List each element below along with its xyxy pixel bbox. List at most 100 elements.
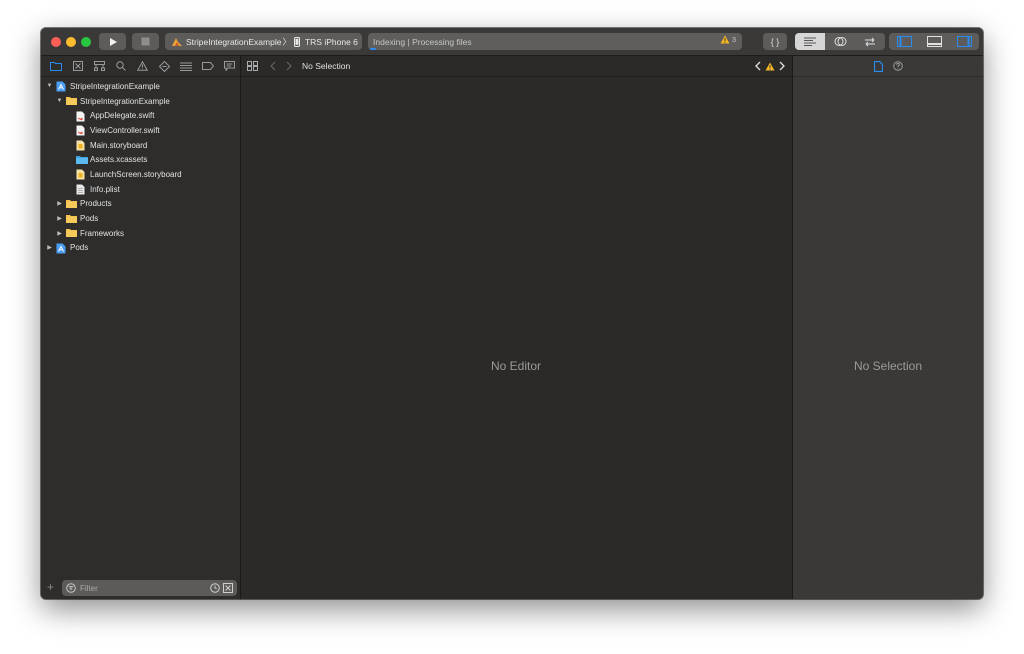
tree-item-label: Assets.xcassets — [90, 155, 148, 165]
folder-icon — [66, 214, 77, 224]
tree-item[interactable]: ▶ Products — [41, 197, 240, 212]
close-window-button[interactable] — [51, 37, 61, 47]
no-editor-placeholder: No Editor — [490, 359, 542, 373]
disclosure-open-icon[interactable]: ▼ — [55, 98, 64, 104]
breakpoint-navigator-tab[interactable] — [197, 56, 219, 76]
quick-help-icon[interactable] — [892, 61, 903, 71]
toggle-debug-area-button[interactable] — [919, 33, 949, 50]
no-selection-placeholder: No Selection — [853, 359, 923, 373]
scheme-separator: 〉 — [282, 36, 291, 47]
next-issue-chevron-icon[interactable] — [779, 61, 785, 71]
activity-status-text: Indexing | Processing files — [373, 36, 472, 47]
panel-visibility-control — [889, 33, 979, 50]
source-control-icon — [72, 61, 83, 71]
report-navigator-tab[interactable] — [218, 56, 240, 76]
folder-icon — [66, 228, 77, 238]
inspector-panel: No Selection — [792, 56, 983, 599]
assistant-editor-icon — [834, 37, 846, 46]
tree-item-label: Frameworks — [80, 228, 125, 238]
navigator-selector-bar — [41, 56, 240, 77]
tree-item[interactable]: ▼ StripeIntegrationExample — [41, 94, 240, 109]
previous-issue-chevron-icon[interactable] — [755, 61, 761, 71]
source-control-navigator-tab[interactable] — [67, 56, 89, 76]
debug-navigator-tab[interactable] — [175, 56, 197, 76]
swift-file-icon — [76, 125, 86, 136]
disclosure-closed-icon[interactable]: ▶ — [55, 200, 64, 207]
tree-item-label: StripeIntegrationExample — [80, 96, 170, 106]
tree-item-label: Main.storyboard — [90, 140, 148, 150]
zoom-window-button[interactable] — [81, 37, 91, 47]
test-navigator-tab[interactable] — [153, 56, 175, 76]
tree-item[interactable]: ViewController.swift — [41, 123, 240, 138]
project-tree: ▼ StripeIntegrationExample ▼ StripeIntegrat… — [41, 77, 240, 255]
tree-item[interactable]: Main.storyboard — [41, 138, 240, 153]
tree-item[interactable]: ▶ Pods — [41, 211, 240, 226]
recent-files-clock-icon[interactable] — [210, 583, 220, 593]
indexing-progress-bar — [370, 48, 376, 50]
add-file-button[interactable]: + — [47, 580, 54, 594]
tree-item[interactable]: ▶ Frameworks — [41, 226, 240, 241]
folder-icon — [66, 96, 77, 106]
storyboard-file-icon — [76, 140, 86, 151]
navigator-toggle-icon — [896, 36, 912, 47]
tree-item[interactable]: LaunchScreen.storyboard — [41, 167, 240, 182]
minimize-window-button[interactable] — [66, 37, 76, 47]
source-control-filter-icon[interactable] — [223, 583, 233, 593]
find-navigator-tab[interactable] — [110, 56, 132, 76]
scheme-selector[interactable]: StripeIntegrationExample 〉 TRS iPhone 6 — [165, 33, 362, 50]
library-button[interactable]: { } — [763, 33, 787, 50]
navigator-panel: ▼ StripeIntegrationExample ▼ StripeIntegrat… — [41, 56, 241, 599]
folder-icon — [66, 199, 77, 209]
forward-chevron-icon[interactable] — [286, 61, 292, 71]
project-icon — [56, 243, 66, 254]
device-name[interactable]: TRS iPhone 6 — [305, 37, 358, 47]
file-inspector-icon[interactable] — [873, 60, 883, 72]
disclosure-open-icon[interactable]: ▼ — [45, 83, 54, 89]
tree-item-label: AppDelegate.swift — [90, 111, 155, 121]
tree-item[interactable]: ▼ StripeIntegrationExample — [41, 79, 240, 94]
tree-item[interactable]: Info.plist — [41, 182, 240, 197]
back-chevron-icon[interactable] — [270, 61, 276, 71]
app-target-icon — [172, 37, 182, 46]
report-bubble-icon — [223, 61, 235, 71]
version-editor-button[interactable] — [855, 33, 885, 50]
library-icon: { } — [770, 36, 780, 47]
debug-gauge-icon — [179, 62, 192, 71]
tree-item-label: LaunchScreen.storyboard — [90, 169, 182, 179]
project-navigator-tab[interactable] — [45, 56, 67, 76]
symbol-navigator-tab[interactable] — [88, 56, 110, 76]
test-diamond-icon — [158, 60, 170, 72]
filter-icon — [66, 583, 76, 593]
warning-icon[interactable] — [765, 62, 775, 71]
search-icon — [116, 61, 126, 71]
warning-icon — [720, 35, 730, 44]
disclosure-closed-icon[interactable]: ▶ — [55, 215, 64, 222]
warnings-badge[interactable]: 3 — [720, 35, 736, 44]
jump-bar-selection[interactable]: No Selection — [302, 61, 350, 71]
tree-item[interactable]: ▶ Pods — [41, 241, 240, 256]
asset-catalog-icon — [76, 155, 88, 165]
filter-input[interactable]: Filter — [62, 580, 237, 596]
breakpoint-icon — [201, 62, 214, 70]
standard-editor-button[interactable] — [795, 33, 825, 50]
scheme-name: StripeIntegrationExample — [186, 36, 282, 47]
warning-count: 3 — [731, 35, 736, 44]
play-icon — [109, 37, 117, 46]
tree-item[interactable]: Assets.xcassets — [41, 152, 240, 167]
editor-area: No Selection No Editor — [241, 56, 791, 599]
warning-triangle-icon — [137, 61, 149, 71]
folder-icon — [49, 62, 62, 71]
disclosure-closed-icon[interactable]: ▶ — [55, 230, 64, 237]
issue-navigator-tab[interactable] — [132, 56, 154, 76]
related-items-icon[interactable] — [247, 61, 258, 71]
toggle-inspector-button[interactable] — [949, 33, 979, 50]
tree-item-label: Info.plist — [90, 184, 120, 194]
inspector-toggle-icon — [956, 36, 972, 47]
stop-button[interactable] — [132, 33, 159, 50]
run-button[interactable] — [99, 33, 126, 50]
disclosure-closed-icon[interactable]: ▶ — [45, 244, 54, 251]
toggle-navigator-button[interactable] — [889, 33, 919, 50]
navigator-filter-bar: + Filter — [41, 577, 240, 599]
tree-item[interactable]: AppDelegate.swift — [41, 108, 240, 123]
assistant-editor-button[interactable] — [825, 33, 855, 50]
